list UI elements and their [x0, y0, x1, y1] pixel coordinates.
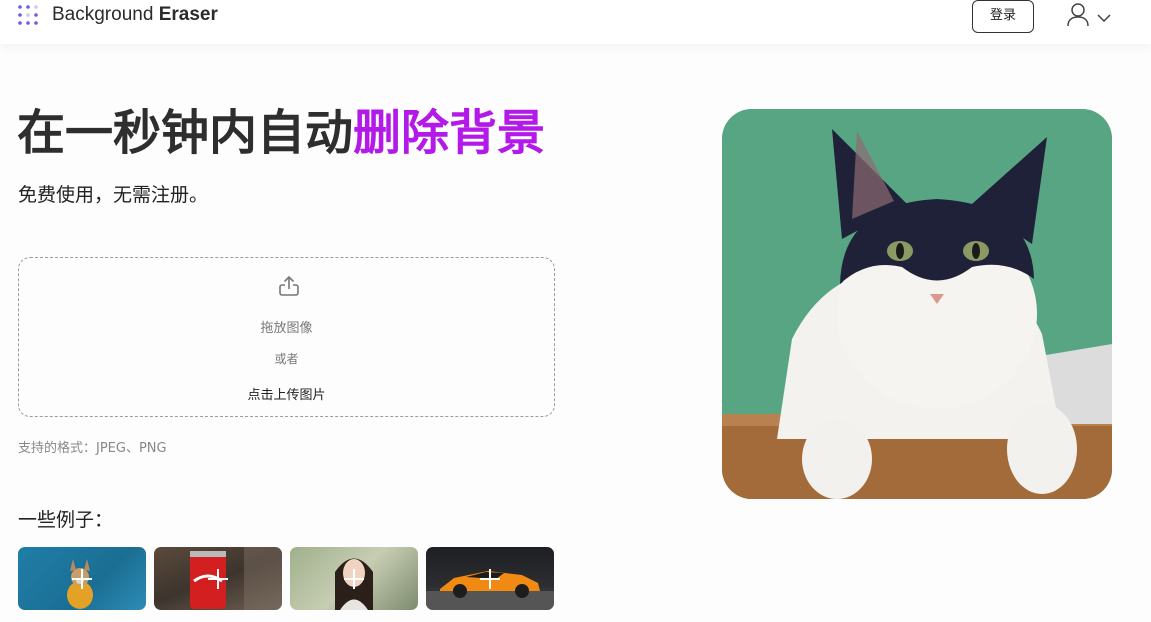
chevron-down-icon [1097, 14, 1111, 22]
example-thumbnail-dog[interactable] [18, 547, 146, 610]
example-thumbnail-cola[interactable] [154, 547, 282, 610]
user-icon [1067, 3, 1089, 27]
add-icon [344, 569, 364, 589]
drag-drop-text: 拖放图像 [260, 321, 313, 336]
or-text: 或者 [274, 352, 299, 366]
title-main: 在一秒钟内自动 [17, 105, 354, 161]
logo-icon[interactable] [17, 4, 39, 26]
upload-icon [279, 275, 299, 296]
brand-bold: Eraser [158, 4, 218, 25]
brand-light: Background [52, 4, 154, 25]
add-icon [208, 569, 228, 589]
top-header: Background Eraser 登录 [0, 0, 1151, 44]
example-thumbnail-car[interactable] [426, 547, 554, 610]
examples-label: 一些例子： [18, 509, 114, 531]
login-button[interactable]: 登录 [972, 0, 1034, 33]
add-icon [72, 569, 92, 589]
click-upload-text[interactable]: 点击上传图片 [19, 384, 554, 403]
example-thumbnail-woman[interactable] [290, 547, 418, 610]
upload-dropzone[interactable]: 拖放图像 或者 点击上传图片 [18, 257, 555, 417]
subtitle: 免费使用，无需注册。 [18, 184, 209, 206]
title-highlight: 删除背景 [353, 105, 546, 161]
brand-name[interactable]: Background Eraser [52, 3, 218, 27]
cat-image [722, 109, 1112, 499]
supported-formats: 支持的格式：JPEG、PNG [18, 441, 167, 456]
add-icon [480, 569, 500, 589]
cat-preview-image [722, 109, 1112, 499]
user-menu[interactable] [1067, 3, 1113, 27]
page-title: 在一秒钟内自动删除背景 [17, 103, 545, 163]
